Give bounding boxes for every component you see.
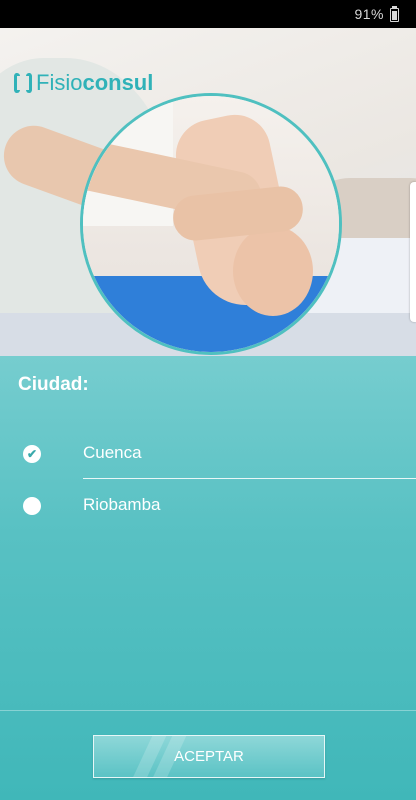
brand-logo: Fisio consul <box>14 70 153 96</box>
status-bar: 91% <box>0 0 416 28</box>
radio-selected[interactable]: ✔ <box>23 445 41 463</box>
accept-button-label: ACEPTAR <box>174 748 244 765</box>
city-option-riobamba[interactable]: Riobamba <box>0 484 416 528</box>
logo-icon <box>14 73 32 93</box>
accept-button[interactable]: ACEPTAR <box>93 735 325 778</box>
footer-divider <box>0 710 416 711</box>
check-icon: ✔ <box>26 447 38 461</box>
city-selection-panel: Ciudad: ✔ Cuenca Riobamba ACEPTAR <box>0 356 416 800</box>
city-option-label: Riobamba <box>83 495 161 514</box>
logo-text-part1: Fisio <box>36 70 83 95</box>
city-option-cuenca[interactable]: ✔ Cuenca <box>0 432 416 476</box>
city-option-label: Cuenca <box>83 443 142 462</box>
battery-icon <box>390 6 399 22</box>
radio-empty-icon[interactable] <box>23 497 41 515</box>
logo-text-part2: consul <box>82 70 154 95</box>
hero-image: Fisio consul <box>0 28 416 356</box>
edge-panel-handle[interactable] <box>410 182 416 322</box>
battery-percentage: 91% <box>354 6 384 22</box>
option-divider <box>83 478 416 479</box>
featured-photo-circle <box>80 93 342 355</box>
city-label: Ciudad: <box>18 374 89 395</box>
